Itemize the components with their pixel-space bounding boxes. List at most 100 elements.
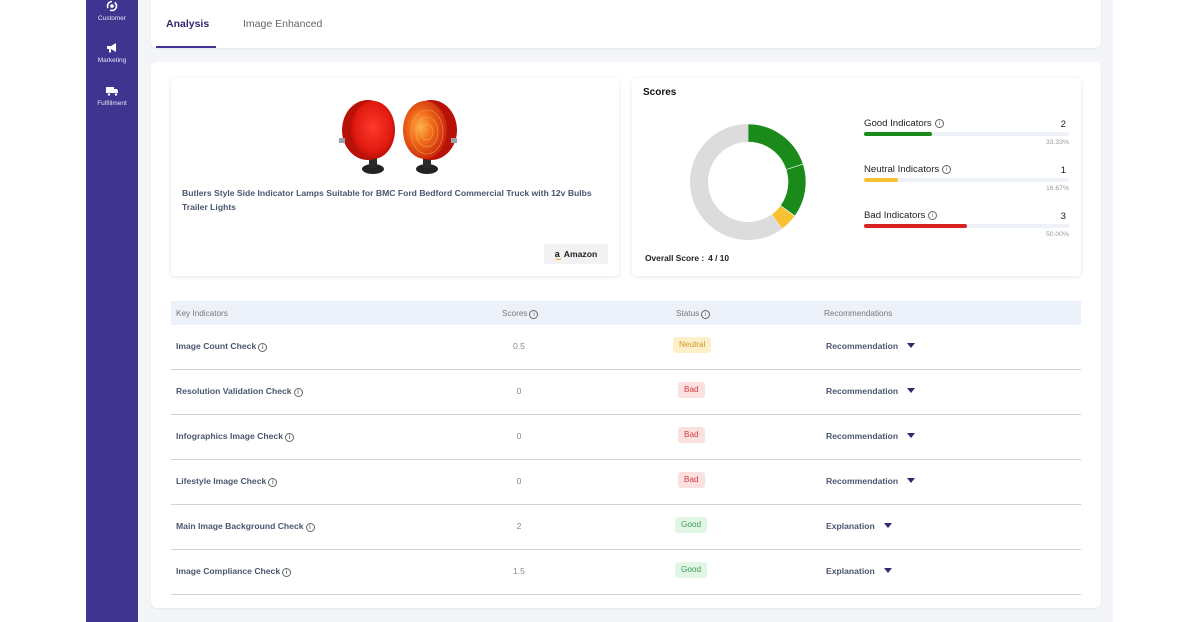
good-indicators: Good Indicators i 2 33.33% — [864, 118, 1069, 158]
status-badge: Good — [675, 562, 708, 578]
indicator-score: 0 — [516, 431, 522, 441]
amazon-icon: a — [554, 249, 562, 260]
status-badge: Neutral — [673, 337, 712, 353]
good-indicators-count: 2 — [1060, 119, 1066, 130]
indicator-name-text: Main Image Background Check — [176, 521, 304, 531]
indicator-name: Main Image Background Check i — [176, 521, 315, 532]
tab-bar: Analysis Image Enhanced — [151, 0, 1101, 48]
caret-down-icon — [883, 568, 892, 573]
info-icon[interactable]: i — [282, 568, 292, 577]
recommendation-label: Recommendation — [826, 386, 899, 396]
info-icon[interactable]: i — [942, 165, 952, 174]
indicator-name: Image Compliance Check i — [176, 566, 292, 577]
app-screen: Customer Marketing Fulfillment Analysis … — [0, 0, 1200, 622]
table-row: Resolution Validation Check i 0 Bad Recom… — [171, 370, 1081, 415]
sidebar: Customer Marketing Fulfillment — [86, 0, 138, 622]
truck-icon — [106, 87, 118, 97]
sidebar-item-fulfillment[interactable]: Fulfillment — [86, 85, 138, 107]
bad-indicators-percent: 50.00% — [1045, 231, 1069, 238]
indicator-name-text: Image Count Check — [176, 341, 257, 351]
caret-down-icon — [907, 433, 916, 438]
indicator-name-text: Image Compliance Check — [176, 566, 281, 576]
indicator-name: Image Count Check i — [176, 341, 268, 352]
neutral-indicators-percent: 16.67% — [1045, 185, 1069, 192]
table-row: Infographics Image Check i 0 Bad Recommen… — [171, 415, 1081, 460]
neutral-indicators-label: Neutral Indicators i — [864, 164, 952, 175]
donut-slice-1 — [747, 123, 804, 171]
info-icon[interactable]: i — [934, 119, 944, 128]
product-image — [339, 100, 457, 174]
recommendation-label: Recommendation — [826, 341, 899, 351]
info-icon[interactable]: i — [284, 433, 294, 442]
indicator-label-text: Neutral Indicators — [864, 164, 940, 175]
recommendation-dropdown[interactable]: Explanation — [826, 566, 892, 576]
status-badge: Bad — [678, 427, 705, 443]
header-scores: Scores i — [502, 309, 539, 319]
amazon-button[interactable]: a Amazon — [544, 244, 608, 264]
sidebar-item-label: Fulfillment — [97, 100, 127, 107]
good-indicators-bar-fill — [864, 132, 933, 136]
neutral-indicators: Neutral Indicators i 1 16.67% — [864, 164, 1069, 204]
info-icon[interactable]: i — [529, 310, 539, 319]
header-status: Status i — [676, 309, 711, 319]
indicator-score: 2 — [516, 521, 522, 531]
main-area: Analysis Image Enhanced Butlers Style Si… — [138, 0, 1113, 622]
product-card: Butlers Style Side Indicator Lamps Suita… — [171, 78, 619, 276]
tab-image-enhanced[interactable]: Image Enhanced — [243, 18, 322, 30]
megaphone-icon — [107, 43, 116, 53]
overall-score-value: 4 / 10 — [708, 253, 730, 263]
good-indicators-label: Good Indicators i — [864, 118, 944, 129]
indicator-name: Infographics Image Check i — [176, 431, 294, 442]
customer-icon — [106, 0, 118, 12]
overall-score: Overall Score :4 / 10 — [645, 253, 729, 263]
caret-down-icon — [907, 388, 916, 393]
recommendation-label: Recommendation — [826, 431, 899, 441]
page-margin — [1113, 0, 1200, 622]
header-scores-label: Scores — [502, 309, 528, 318]
score-donut-chart — [690, 123, 807, 241]
neutral-indicators-count: 1 — [1060, 165, 1066, 176]
header-status-label: Status — [676, 309, 700, 318]
info-icon[interactable]: i — [305, 523, 315, 532]
sidebar-item-marketing[interactable]: Marketing — [86, 42, 138, 64]
scores-card: Scores Overall Score :4 / 10 Good Indica… — [632, 78, 1081, 276]
recommendation-dropdown[interactable]: Recommendation — [826, 431, 916, 441]
header-recommendations: Recommendations — [824, 309, 893, 318]
info-icon[interactable]: i — [258, 343, 268, 352]
analysis-panel: Butlers Style Side Indicator Lamps Suita… — [151, 62, 1101, 608]
overall-score-label: Overall Score : — [645, 253, 705, 263]
indicator-name-text: Lifestyle Image Check — [176, 476, 267, 486]
recommendation-dropdown[interactable]: Recommendation — [826, 476, 916, 486]
recommendation-dropdown[interactable]: Explanation — [826, 521, 892, 531]
indicator-score: 0.5 — [513, 341, 525, 351]
recommendation-label: Explanation — [826, 521, 875, 531]
recommendation-dropdown[interactable]: Recommendation — [826, 341, 916, 351]
caret-down-icon — [883, 523, 892, 528]
bad-indicators-bar — [864, 224, 1069, 228]
table-row: Image Count Check i 0.5 Neutral Recommend… — [171, 325, 1081, 370]
info-icon[interactable]: i — [701, 310, 711, 319]
caret-down-icon — [907, 343, 916, 348]
sidebar-item-label: Customer — [97, 15, 127, 22]
status-badge: Bad — [678, 382, 705, 398]
caret-down-icon — [907, 478, 916, 483]
good-indicators-bar — [864, 132, 1069, 136]
info-icon[interactable]: i — [928, 211, 938, 220]
status-badge: Bad — [678, 472, 705, 488]
bad-indicators-bar-fill — [864, 224, 967, 228]
table-row: Image Compliance Check i 1.5 Good Explana… — [171, 550, 1081, 595]
indicator-label-text: Bad Indicators — [864, 210, 926, 221]
recommendation-label: Explanation — [826, 566, 875, 576]
indicator-score: 0 — [516, 386, 522, 396]
table-row: Main Image Background Check i 2 Good Expl… — [171, 505, 1081, 550]
recommendation-dropdown[interactable]: Recommendation — [826, 386, 916, 396]
status-badge: Good — [675, 517, 708, 533]
info-icon[interactable]: i — [293, 388, 303, 397]
indicator-score: 0 — [516, 476, 522, 486]
sidebar-item-customer[interactable]: Customer — [86, 0, 138, 22]
indicator-name-text: Resolution Validation Check — [176, 386, 292, 396]
recommendation-label: Recommendation — [826, 476, 899, 486]
good-indicators-percent: 33.33% — [1045, 139, 1069, 146]
info-icon[interactable]: i — [268, 478, 278, 487]
tab-analysis[interactable]: Analysis — [166, 18, 209, 30]
